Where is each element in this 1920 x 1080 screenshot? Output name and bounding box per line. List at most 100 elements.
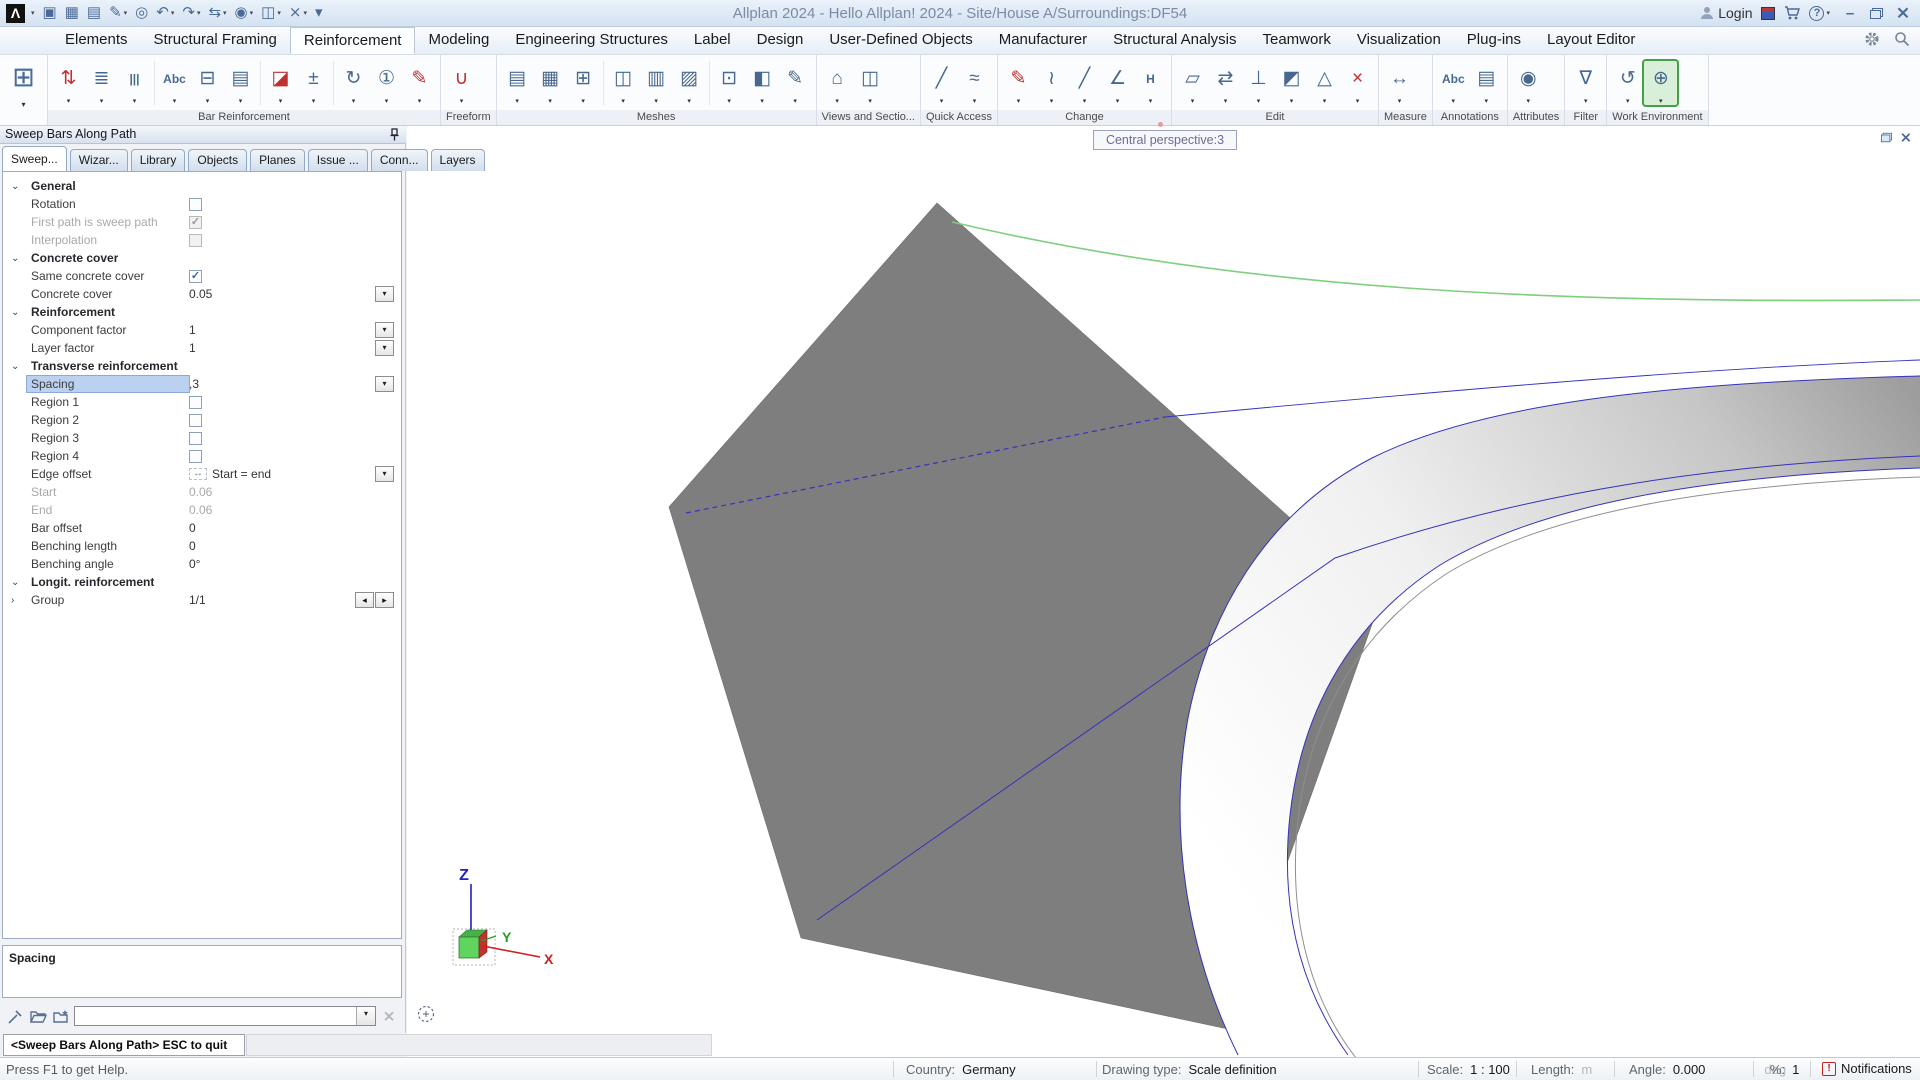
view-generation-icon[interactable]: ⌂▾ (821, 61, 854, 105)
tools-icon[interactable]: ⨯▾ (289, 4, 307, 22)
modify-placement-icon[interactable]: ✎▾ (403, 61, 436, 105)
checkbox-region-4[interactable] (189, 450, 202, 463)
open-hub-icon[interactable]: ▣ (43, 4, 57, 22)
status-field-length[interactable]: Length:m (1531, 1062, 1592, 1077)
menu-item-structural-framing[interactable]: Structural Framing (141, 27, 290, 54)
palettes-icon[interactable]: ▦ (65, 4, 79, 22)
checkbox-region-1[interactable] (189, 396, 202, 409)
dropdown-icon[interactable]: ▾ (375, 340, 394, 356)
login-button[interactable]: Login (1700, 5, 1752, 21)
area-placement-icon[interactable]: ◪▾ (264, 61, 297, 105)
line-tool-icon[interactable]: ╱▾ (925, 61, 958, 105)
dropdown-icon[interactable]: ▾ (375, 322, 394, 338)
checkbox-region-2[interactable] (189, 414, 202, 427)
property-value[interactable]: 0.05 (189, 287, 212, 301)
checkbox-rotation[interactable] (189, 198, 202, 211)
freeform-bar-icon[interactable]: ∪▾ (445, 61, 478, 105)
checkbox-same-concrete-cover[interactable]: ✓ (189, 270, 202, 283)
project-hub-icon[interactable]: ⊞▾ (0, 55, 48, 125)
redo-icon[interactable]: ↷▾ (182, 4, 200, 22)
viewport-close-icon[interactable]: ⨯ (1900, 131, 1912, 143)
allplan-logo[interactable]: Λ (6, 4, 25, 23)
bar-legend-icon[interactable]: ▤▾ (224, 61, 257, 105)
mesh-label-icon[interactable]: ◫▾ (607, 61, 640, 105)
placement-plus-minus-icon[interactable]: ±▾ (297, 61, 330, 105)
mesh-cut-icon[interactable]: ⊡▾ (713, 61, 746, 105)
mesh-modify-icon[interactable]: ✎▾ (779, 61, 812, 105)
bar-bending-icon[interactable]: ≣▾ (85, 61, 118, 105)
menu-item-structural-analysis[interactable]: Structural Analysis (1100, 27, 1249, 54)
shop-cart-icon[interactable] (1784, 6, 1800, 20)
annotation-doc-icon[interactable]: ▤▾ (1470, 61, 1503, 105)
delete-icon[interactable]: ×▾ (1341, 61, 1374, 105)
dropdown-icon[interactable]: ▾ (375, 466, 394, 482)
minimize-button[interactable]: – (1839, 5, 1861, 22)
straight-bar-icon[interactable]: ⇅▾ (52, 61, 85, 105)
menu-item-plug-ins[interactable]: Plug-ins (1454, 27, 1534, 54)
menu-item-teamwork[interactable]: Teamwork (1249, 27, 1343, 54)
menu-item-elements[interactable]: Elements (52, 27, 141, 54)
tab-conn[interactable]: Conn... (371, 149, 428, 171)
status-field-drawing-type[interactable]: Drawing type:Scale definition (1102, 1062, 1277, 1077)
collapse-icon[interactable]: ⌄ (3, 307, 27, 318)
status-field-[interactable]: %:1 (1770, 1062, 1799, 1077)
favorite-input[interactable] (75, 1007, 356, 1025)
align-icon[interactable]: ⊥▾ (1242, 61, 1275, 105)
document-edit-icon[interactable]: ✎▾ (109, 4, 127, 22)
collapse-icon[interactable]: ⌄ (3, 361, 27, 372)
menu-item-visualization[interactable]: Visualization (1344, 27, 1454, 54)
tab-library[interactable]: Library (131, 149, 186, 171)
mirror-icon[interactable]: ⇄▾ (1209, 61, 1242, 105)
mesh-placement-icon[interactable]: ▤▾ (501, 61, 534, 105)
menu-item-reinforcement[interactable]: Reinforcement (290, 27, 416, 54)
tab-sweep[interactable]: Sweep... (2, 146, 67, 171)
measure-icon[interactable]: ↔▾ (1383, 61, 1416, 105)
mesh-dimension-icon[interactable]: ▥▾ (640, 61, 673, 105)
dropdown-icon[interactable]: ▾ (375, 376, 394, 392)
open-favorite-icon[interactable] (28, 1006, 48, 1026)
angle-icon[interactable]: ∠▾ (1101, 61, 1134, 105)
pipette-icon[interactable] (5, 1006, 25, 1026)
mesh-area-icon[interactable]: ▦▾ (534, 61, 567, 105)
refresh-icon[interactable]: ⇆▾ (208, 4, 226, 22)
modify-pen-icon[interactable]: ✎▾ (1002, 61, 1035, 105)
view-mode-icon[interactable]: ◉▾ (235, 4, 254, 22)
status-field-country[interactable]: Country:Germany (906, 1062, 1016, 1077)
tab-issue[interactable]: Issue ... (308, 149, 368, 171)
undo-icon[interactable]: ↶▾ (156, 4, 174, 22)
motion-mode-icon[interactable]: ↺▾ (1611, 61, 1644, 105)
property-value[interactable]: 1/1 (189, 593, 206, 607)
property-value[interactable]: 1 (189, 323, 196, 337)
offset-icon[interactable]: ◩▾ (1275, 61, 1308, 105)
search-icon[interactable] (1894, 31, 1910, 47)
attributes-icon[interactable]: ◉▾ (1512, 61, 1545, 105)
section-display-icon[interactable]: ◫▾ (854, 61, 887, 105)
menu-item-label[interactable]: Label (681, 27, 744, 54)
menu-item-engineering-structures[interactable]: Engineering Structures (502, 27, 681, 54)
profile-edit-icon[interactable]: H▾ (1134, 61, 1167, 105)
dropdown-icon[interactable]: ▾ (375, 286, 394, 302)
tab-wizar[interactable]: Wizar... (70, 149, 128, 171)
bar-series-icon[interactable]: |||▾ (118, 61, 151, 105)
content-store-icon[interactable] (1761, 7, 1775, 20)
menu-item-modeling[interactable]: Modeling (415, 27, 502, 54)
menu-item-user-defined-objects[interactable]: User-Defined Objects (816, 27, 985, 54)
collapse-icon[interactable]: ⌄ (3, 181, 27, 192)
property-value[interactable]: 0 (189, 521, 196, 535)
close-button[interactable]: ⨯ (1892, 3, 1914, 23)
checkbox-region-3[interactable] (189, 432, 202, 445)
save-favorite-icon[interactable] (51, 1006, 71, 1026)
menu-item-manufacturer[interactable]: Manufacturer (986, 27, 1100, 54)
restore-button[interactable] (1870, 8, 1883, 19)
status-field-angle[interactable]: Angle:0.000deg (1629, 1062, 1786, 1077)
mesh-single-icon[interactable]: ⊞▾ (567, 61, 600, 105)
help-button[interactable]: ? ▾ (1809, 6, 1830, 21)
menu-item-layout-editor[interactable]: Layout Editor (1534, 27, 1648, 54)
text-abc-icon[interactable]: Abc▾ (1437, 61, 1470, 105)
road-surface[interactable] (1180, 376, 1920, 1055)
drawing-viewport[interactable]: Z Y X (407, 126, 1920, 1057)
mesh-legend-icon[interactable]: ▨▾ (673, 61, 706, 105)
bar-numbering-icon[interactable]: ①▾ (370, 61, 403, 105)
zoom-section-icon[interactable]: ◎ (135, 4, 148, 22)
expand-icon[interactable]: › (3, 595, 27, 606)
